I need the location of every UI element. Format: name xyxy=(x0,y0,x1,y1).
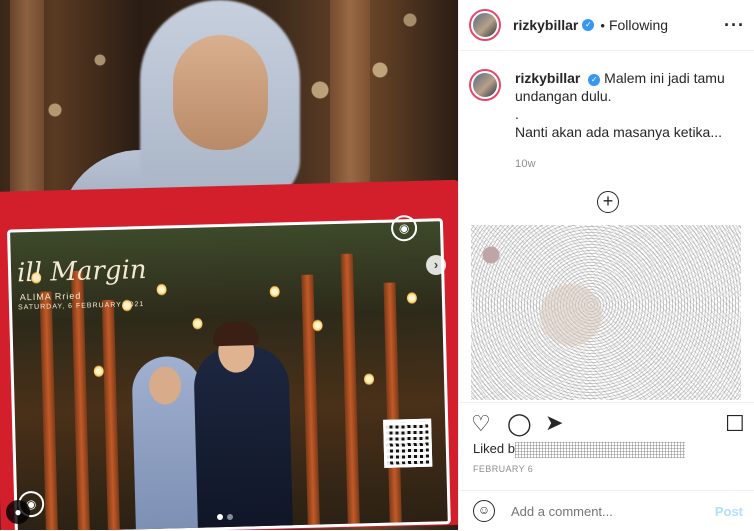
obscured-likers xyxy=(514,441,685,458)
share-icon[interactable]: ➤ xyxy=(545,410,563,436)
verified-badge-icon: ✓ xyxy=(588,74,601,86)
comment-input[interactable] xyxy=(509,502,713,520)
caption-line: Malem ini jadi tamu xyxy=(604,70,725,86)
card-subtitle: ALIMA Rried xyxy=(19,290,82,303)
carousel-dot xyxy=(227,514,233,520)
username-link[interactable]: rizkybillar xyxy=(513,17,578,33)
caption-line: undangan dulu. xyxy=(515,88,612,104)
card-title: ill Margin xyxy=(16,254,147,289)
card-photo: ill Margin ALIMA Rried SATURDAY, 6 FEBRU… xyxy=(6,218,451,530)
likes-line: Liked b xyxy=(473,441,685,458)
couple-man xyxy=(193,345,294,530)
heart-icon[interactable]: ♡ xyxy=(471,411,491,437)
obscured-comments xyxy=(471,225,741,400)
caption-text: rizkybillar ✓ Malem ini jadi tamu undang… xyxy=(515,69,725,173)
caption-line: Nanti akan ada masanya ketika... xyxy=(515,124,723,140)
invitation-card: ill Margin ALIMA Rried SATURDAY, 6 FEBRU… xyxy=(0,179,458,530)
following-button[interactable]: Following xyxy=(609,17,668,33)
post-time: 10w xyxy=(515,158,536,170)
separator-dot: • xyxy=(600,17,605,33)
carousel-dot xyxy=(217,514,223,520)
action-bar: ♡ ◯ ➤ ☐ xyxy=(459,402,754,443)
user-tag-icon[interactable]: ● xyxy=(6,500,30,524)
avatar[interactable] xyxy=(469,9,501,41)
post-button[interactable]: Post xyxy=(715,504,743,519)
comment-bar: ☺ Post xyxy=(459,490,754,531)
qr-code xyxy=(383,418,433,468)
post-header: rizkybillar ✓ • Following ··· xyxy=(459,0,754,51)
more-options-icon[interactable]: ··· xyxy=(724,15,745,36)
caption-line: . xyxy=(515,106,519,122)
verified-badge-icon: ✓ xyxy=(582,19,595,31)
blurred-person xyxy=(60,0,300,230)
chevron-right-icon[interactable]: › xyxy=(426,255,446,275)
post-date: FEBRUARY 6 xyxy=(473,464,534,474)
background-pillar xyxy=(10,0,44,220)
post-media[interactable]: ill Margin ALIMA Rried SATURDAY, 6 FEBRU… xyxy=(0,0,458,530)
bookmark-icon[interactable]: ☐ xyxy=(725,411,745,437)
liked-by-label: Liked b xyxy=(473,441,515,456)
avatar[interactable] xyxy=(469,69,501,101)
carousel-indicator xyxy=(217,514,233,520)
caption-username[interactable]: rizkybillar xyxy=(515,70,580,86)
post-side-panel: rizkybillar ✓ • Following ··· rizkybilla… xyxy=(458,0,754,530)
emoji-icon[interactable]: ☺ xyxy=(473,500,495,522)
comment-icon[interactable]: ◯ xyxy=(507,411,532,437)
add-circle-icon[interactable]: + xyxy=(597,191,619,213)
caption: rizkybillar ✓ Malem ini jadi tamu undang… xyxy=(459,51,754,173)
